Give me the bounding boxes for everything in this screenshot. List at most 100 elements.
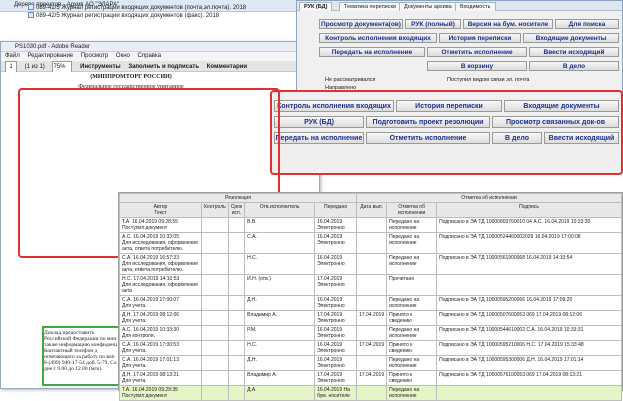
tools-button[interactable]: Инструменты [80, 64, 121, 70]
resolution-group-header: Резолюция [118, 193, 358, 203]
view-document-button[interactable]: Просмотр документа(ов) [319, 19, 403, 29]
date-out-cell: 17.04.2019 [356, 340, 388, 356]
mark-cell: Принято к сведению [386, 310, 438, 326]
author-cell: Д.Н. 17.04.2019 08:13:21 Для учета. [119, 370, 202, 386]
mark-cell: Передано на исполнение [386, 295, 438, 311]
signature-column-header: Подпись [436, 202, 622, 218]
mark-execution-button-2[interactable]: Отметить исполнение [366, 132, 490, 144]
signature-cell: Подписано в ЭА ТД 10000561900068 16.04.2… [436, 253, 622, 275]
author-cell: Т.А. 16.04.2019 09:29:35 Поступил докумен… [119, 385, 202, 401]
signature-cell: Подписано в ЭА ТД 10000803760010 04 А.С.… [436, 217, 622, 233]
table-row[interactable]: С.А. 16.04.2019 16:57:33 Для исследования… [119, 253, 622, 275]
control-cell [201, 217, 229, 233]
date-out-cell [356, 232, 388, 254]
pdf-header-enterprise: Федеральное государственное унитарное [78, 84, 184, 90]
fill-sign-button[interactable]: Заполнить и подписать [128, 64, 199, 70]
pdf-body-text: Доклад предоставить Российской Федерации… [44, 330, 120, 372]
for-search-button[interactable]: Для поиска [555, 19, 619, 29]
menu-file[interactable]: Файл [5, 53, 20, 59]
signature-cell [436, 274, 622, 296]
table-row[interactable]: Д.Н. 17.04.2019 08:12:06 Для учета. Владим… [119, 310, 622, 326]
tab-incoming[interactable]: Входимость [455, 2, 496, 11]
resolution-text: Поступил документ [122, 225, 168, 231]
tab-archive-docs[interactable]: Документы архива [399, 2, 457, 11]
table-row[interactable]: С.А. 16.04.2019 17:00:07 Для учета. Д.Н. 16… [119, 295, 622, 311]
mark-cell: Передано на исполнение [386, 325, 438, 341]
author-cell: А.С. 16.04.2019 10:33:30 Для контроля. [119, 325, 202, 341]
menu-help[interactable]: Справка [138, 53, 162, 59]
author-cell: Н.С. 17.04.2019 14:10:53 Для исследования… [119, 274, 202, 296]
mark-execution-button[interactable]: Отметить исполнение [427, 47, 527, 57]
incoming-control-button[interactable]: Контроль исполнения входящих [319, 33, 437, 43]
mark-cell: Принято к сведению [386, 370, 438, 386]
comments-button[interactable]: Комментарии [207, 64, 247, 70]
ruk-bd-button[interactable]: РУК (БД) [274, 116, 364, 128]
pdf-body-line: дне с 9.00 до 12.00 (мск). [44, 366, 103, 372]
table-row[interactable]: А.С. 16.04.2019 10:33:30 Для контроля. Р.М… [119, 325, 622, 341]
table-row[interactable]: Н.С. 17.04.2019 14:10:53 Для исследования… [119, 274, 622, 296]
table-row[interactable]: С.А. 16.04.2019 17:00:53 Для учета. Н.С. 16… [119, 340, 622, 356]
tree-node[interactable]: 089-42/5 Журнал регистрации входящих док… [28, 4, 246, 12]
mark-cell: Передано на исполнение [386, 385, 438, 401]
resolution-table: Резолюция Отметка об исполнении Автор Тек… [118, 192, 623, 401]
control-cell [201, 325, 229, 341]
signature-cell [436, 385, 622, 401]
to-case-button[interactable]: В дело [529, 61, 619, 71]
correspondence-history-button[interactable]: История переписки [439, 33, 521, 43]
term-cell [227, 340, 246, 356]
mark-cell: Передано на исполнение [386, 355, 438, 371]
to-trash-button[interactable]: В корзину [427, 61, 527, 71]
term-cell [227, 217, 246, 233]
transferred-cell: 16.04.2019 На бум. носителе [314, 385, 358, 401]
paper-version-button[interactable]: Версия на бум. носителе [463, 19, 553, 29]
date-out-cell [356, 355, 388, 371]
menu-window[interactable]: Окно [116, 53, 130, 59]
enter-outgoing-button[interactable]: Ввести исходящий [529, 47, 619, 57]
signature-cell: Подписано в ЭА ТД 10000595200066 16.04.2… [436, 295, 622, 311]
mark-cell: Передано на исполнение [386, 253, 438, 275]
table-row[interactable]: Т.А. 16.04.2019 09:29:35 Поступил докумен… [119, 385, 622, 401]
menu-edit[interactable]: Редактирование [27, 53, 73, 59]
mark-cell: Прочитано [386, 274, 438, 296]
control-cell [201, 253, 229, 275]
table-row[interactable]: Д.Н. 17.04.2019 08:13:21 Для учета. Владим… [119, 370, 622, 386]
ruk-full-button[interactable]: РУК (полный) [405, 19, 461, 29]
signature-cell: Подписано в ЭА ТД 10000507600053 069 17.… [436, 310, 622, 326]
transferred-cell: 16.04.2019 Электронно [314, 295, 358, 311]
send-to-execution-button[interactable]: Передать на исполнение [319, 47, 425, 57]
view-linked-docs-button[interactable]: Просмотр связанных док-ов [492, 116, 619, 128]
document-icon [28, 4, 34, 11]
correspondence-history-button-2[interactable]: История переписки [396, 100, 502, 112]
tab-ruk-bd[interactable]: РУК (БД) [299, 2, 333, 11]
tree-node[interactable]: 089-42/5 Журнал регистрации входящих док… [28, 12, 219, 20]
signature-cell: Подписано в ЭА ТД 10000544610002 С.А. 16… [436, 325, 622, 341]
control-cell [201, 232, 229, 254]
date-out-cell [356, 295, 388, 311]
control-cell [201, 274, 229, 296]
table-row[interactable]: А.С. 16.04.2019 10:33:05 Для исследования… [119, 232, 622, 254]
incoming-control-button-2[interactable]: Контроль исполнения входящих [274, 100, 394, 112]
send-to-execution-button-2[interactable]: Передать на исполнение [274, 132, 364, 144]
document-actions-panel: Контроль исполнения входящих История пер… [270, 90, 623, 175]
enter-outgoing-button-2[interactable]: Ввести исходящий [544, 132, 619, 144]
incoming-docs-button-2[interactable]: Входящие документы [504, 100, 619, 112]
executor-cell: Владимир А. [244, 310, 316, 326]
date-out-cell [356, 385, 388, 401]
resolution-text: Для контроля. [122, 333, 155, 339]
menu-view[interactable]: Просмотр [81, 53, 108, 59]
resolution-text: Для учета. [122, 378, 147, 384]
transferred-cell: 17.04.2019 Электронно [314, 370, 358, 386]
incoming-docs-button[interactable]: Входящие документы [523, 33, 619, 43]
transferred-cell: 17.04.2019 Электронно [314, 274, 358, 296]
resolution-text: Для исследования, оформления акта, ответ… [122, 261, 198, 273]
to-case-button-2[interactable]: В дело [492, 132, 542, 144]
transferred-cell: 16.04.2019 Электронно [314, 232, 358, 254]
executor-cell: Владимир А. [244, 370, 316, 386]
table-row[interactable]: С.А. 16.04.2019 17:01:13 Для учета. Д.Н. 16… [119, 355, 622, 371]
signature-cell: Подписано в ЭА ТД 10000595210006 Н.С. 17… [436, 340, 622, 356]
resolution-text: Для исследования, оформления акта, ответ… [122, 240, 198, 252]
tab-topics[interactable]: Тематика переписки [339, 2, 401, 11]
transferred-cell: 16.04.2019 Электронно [314, 253, 358, 275]
prepare-resolution-button[interactable]: Подготовить проект резолюции [366, 116, 490, 128]
table-row[interactable]: Т.А. 16.04.2019 09:28:55 Поступил докумен… [119, 217, 622, 233]
